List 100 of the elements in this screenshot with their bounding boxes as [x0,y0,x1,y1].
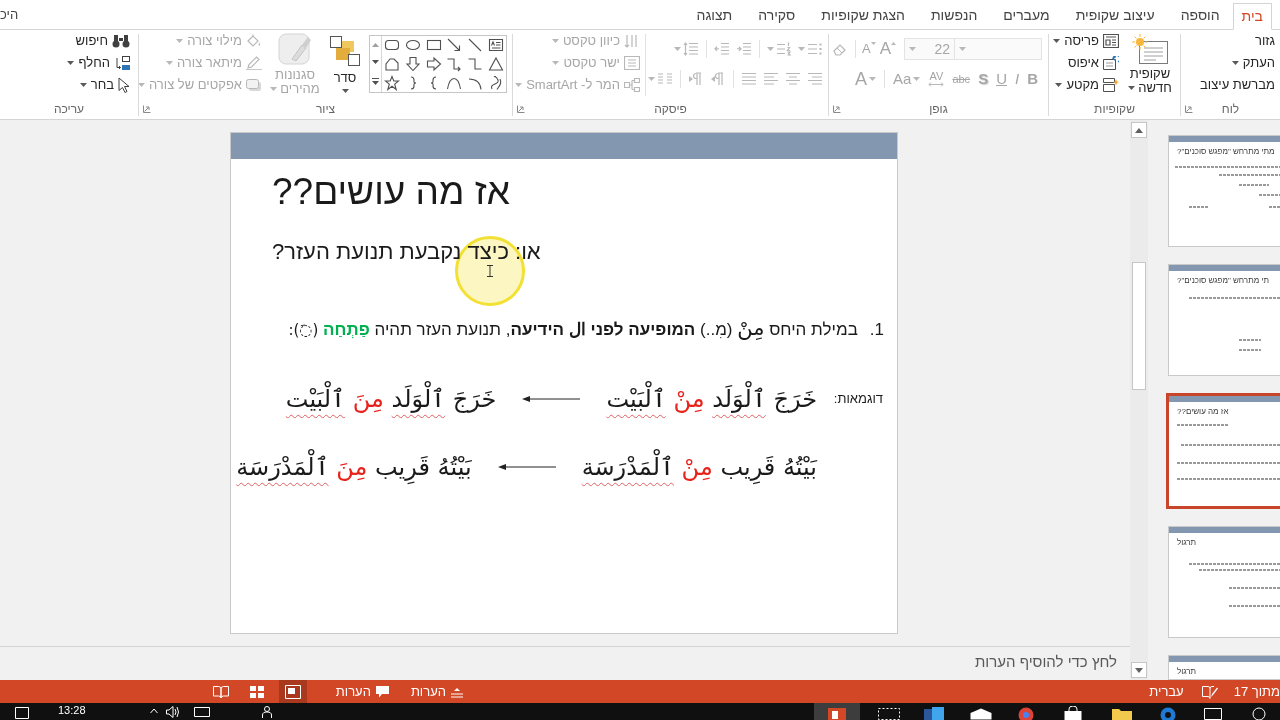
cut-button[interactable]: גזור [1251,30,1278,52]
account-label[interactable]: היכ [0,5,19,25]
monitor-icon[interactable] [1204,708,1222,720]
brush-square-icon [278,33,312,65]
align-left-icon [763,72,779,86]
more-shapes-icon[interactable] [372,78,379,86]
ribbon-tab[interactable]: הנפשות [917,2,991,29]
ribbon-tab[interactable]: בית [1232,3,1272,30]
line-spacing-icon [683,42,699,56]
slide-thumbnail[interactable]: מתי מתרחש "מפגש סוכנים"? [1168,135,1280,247]
replace-icon [114,55,130,71]
dialog-launcher-icon[interactable] [517,105,525,113]
normal-view-icon [284,684,301,699]
notes-field[interactable]: לחץ כדי להוסיף הערות [0,647,1130,680]
replace-button[interactable]: החלף [64,52,133,74]
scrollbar-thumb[interactable] [1132,262,1146,390]
app-tile-icon [828,708,846,720]
slide-thumbnail[interactable]: אז מה עושים?? [1166,393,1280,509]
arabic-sentence: خَرَجَ ٱلْوَلَد مِنْ ٱلْبَيْت [606,378,817,419]
dialog-launcher-icon[interactable] [833,105,841,113]
examples-label: דוגמאות: [833,389,883,408]
thumbnail-title: אז מה עושים?? [1177,407,1229,417]
reset-button[interactable]: איפוס [1064,52,1122,74]
shapes-gallery[interactable] [369,35,507,93]
arrange-button[interactable]: סדר [325,30,365,96]
scroll-up-icon[interactable] [372,42,379,47]
reset-icon [1103,56,1119,70]
select-button[interactable]: בחר [76,74,133,96]
align-center-icon [785,72,801,86]
speaker-icon[interactable] [165,706,180,718]
scroll-down-button[interactable] [1131,662,1147,678]
dashed-rectangle-icon[interactable] [878,708,900,720]
text-cursor-icon [487,265,493,277]
arrow-icon [497,462,556,471]
document-icon[interactable] [924,707,944,720]
dialog-launcher-icon[interactable] [1185,105,1193,113]
new-slide-button[interactable]: שקופית חדשה [1124,30,1176,98]
ribbon-tab[interactable]: תצוגה [683,2,746,29]
taskbar-app-button[interactable] [814,703,860,720]
ribbon-tab[interactable]: עיצוב שקופית [1062,2,1168,29]
open-book-icon [212,684,229,699]
find-button[interactable]: חיפוש [72,30,133,52]
normal-view-button[interactable] [278,680,307,703]
thumbnail-title: תי מתרחש "מפגש סוכנים"? [1177,276,1269,286]
freeform-icon[interactable] [384,56,401,72]
layout-button[interactable]: פריסה [1050,30,1122,52]
list-number: 1. [869,319,884,341]
caret-icon [798,47,805,51]
scroll-up-button[interactable] [1131,122,1147,138]
copy-button[interactable]: העתק [1228,52,1278,74]
ribbon-tab[interactable]: הצגת שקופיות [808,2,918,29]
envelope-icon[interactable] [970,708,992,720]
line-icon[interactable] [467,37,483,54]
shopping-bag-icon[interactable] [1064,706,1082,720]
caret-icon [1128,86,1136,90]
language-indicator[interactable]: עברית [1149,681,1184,702]
ribbon-tab[interactable]: הוספה [1167,2,1233,29]
triangle-icon[interactable] [487,56,504,72]
taskbar-clock[interactable]: 13:28 [58,704,86,717]
binoculars-icon [112,34,130,48]
scroll-down-icon[interactable] [372,60,379,65]
slide-thumbnail[interactable]: תרגול [1168,655,1280,680]
arabic-sentence: خَرَجَ ٱلْوَلَد مِنَ ٱلْبَيْت [285,378,497,419]
right-arrow-icon[interactable] [425,56,442,72]
ribbon-tab[interactable]: סקירה [745,2,809,29]
pilcrow-right-icon [688,72,704,86]
slide-thumbnail[interactable]: תי מתרחש "מפגש סוכנים"? [1168,264,1280,376]
square-outline-icon[interactable] [15,707,29,719]
bullet-text: במילת היחס مِنْ (מִ..) המופיעה לפני ال הידיעה, תנועת העזר תהיה פַתְחַה (◌َ): [288,315,858,342]
chevron-up-icon[interactable] [149,708,158,714]
thumbnail-title: תרגול [1177,667,1197,677]
elbow-arrow-icon[interactable] [446,56,463,72]
thumbnail-title: מתי מתרחש "מפגש סוכנים"? [1177,147,1275,157]
eraser-icon [832,42,848,56]
comments-button[interactable]: הערות [332,680,392,703]
caret-icon [891,42,896,45]
down-arrow-icon[interactable] [405,56,421,72]
dialog-launcher-icon[interactable] [143,105,151,113]
notes-button[interactable]: הערות [407,680,466,703]
numbering-icon [776,42,792,56]
shape-effects-icon [246,78,262,92]
grid-icon [248,684,265,699]
person-icon[interactable] [261,706,272,718]
text-box-icon[interactable] [487,37,504,54]
group-label: שקופיות [1094,102,1135,116]
section-button[interactable]: מקטע [1052,74,1122,96]
diagonal-arrow-icon[interactable] [446,37,463,54]
group-label: לוח [1221,102,1240,116]
align-right-icon [807,72,823,86]
star-icon[interactable] [384,74,401,91]
caret-icon [767,47,774,51]
ribbon-tab[interactable]: מעברים [990,2,1063,29]
slide-counter: מתוך 17 [1233,682,1280,701]
thumbnail-title: תרגול [1177,538,1197,548]
monitor-icon[interactable] [193,707,210,719]
format-painter-button[interactable]: מברשת עיצוב [1197,74,1278,96]
arrow-icon [522,394,581,403]
folder-icon[interactable] [1112,708,1132,720]
spell-check-icon[interactable] [1201,684,1218,699]
slide-thumbnail[interactable]: תרגול [1168,526,1280,638]
